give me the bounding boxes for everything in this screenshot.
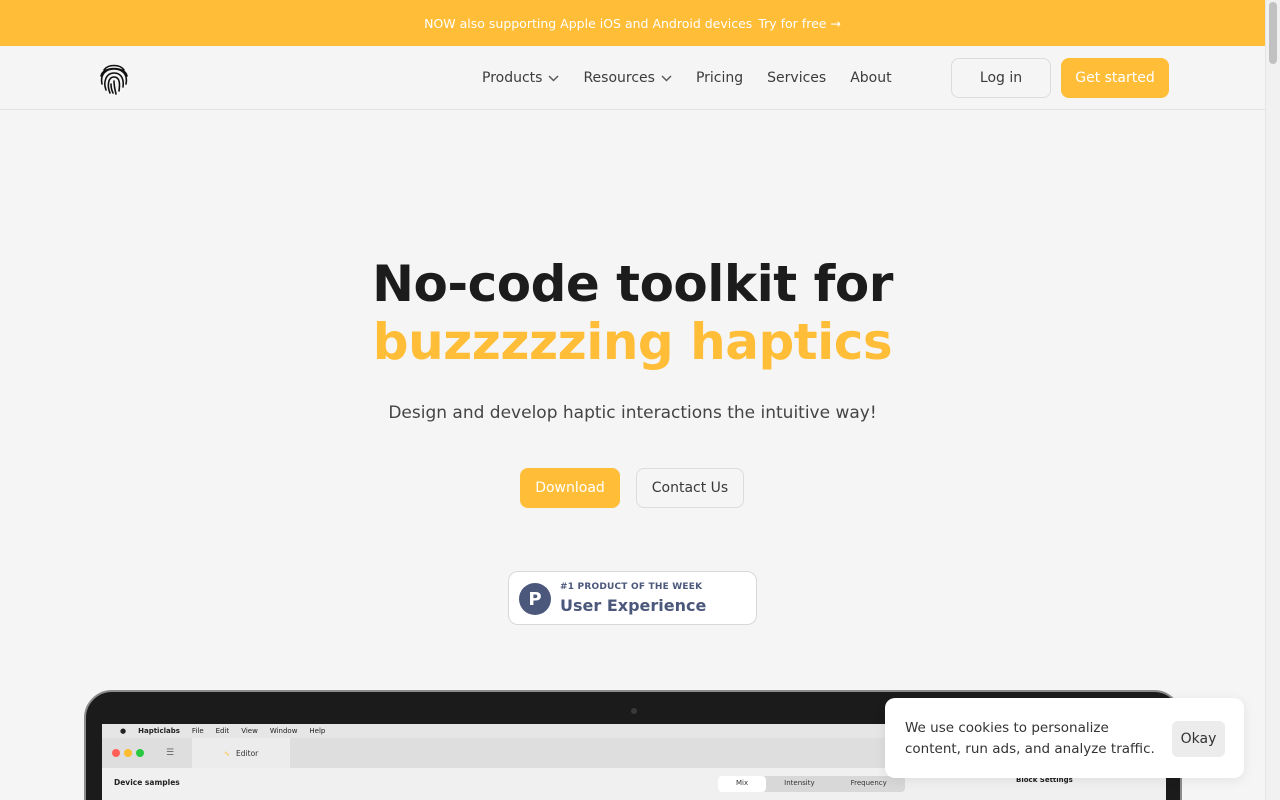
hero-subtitle: Design and develop haptic interactions t… xyxy=(388,403,877,423)
close-dot xyxy=(112,749,120,757)
menu-help: Help xyxy=(309,727,326,735)
cookie-okay-button[interactable]: Okay xyxy=(1172,721,1225,757)
wave-icon: ∿ xyxy=(223,748,231,758)
nav-products-label: Products xyxy=(482,70,543,86)
nav-resources[interactable]: Resources xyxy=(583,70,672,86)
scroll-thumb[interactable] xyxy=(1269,2,1277,64)
try-free-link[interactable]: Try for free → xyxy=(758,16,841,31)
scrollbar[interactable] xyxy=(1265,0,1280,800)
menu-edit: Edit xyxy=(215,727,230,735)
menu-window: Window xyxy=(269,727,298,735)
seg-mix: Mix xyxy=(718,776,767,792)
editor-tab-label: Editor xyxy=(236,748,259,758)
menu-view: View xyxy=(241,727,258,735)
editor-tab: ∿ Editor xyxy=(192,738,290,768)
nav-services[interactable]: Services xyxy=(767,70,826,86)
hero: No-code toolkit for buzzzzzing haptics xyxy=(0,255,1265,371)
top-nav: Products Resources Pricing Services Abou… xyxy=(0,46,1265,110)
hero-title-accent: buzzzzzing haptics xyxy=(372,313,893,371)
chevron-down-icon xyxy=(548,75,559,81)
nav-pricing[interactable]: Pricing xyxy=(696,70,743,86)
product-hunt-icon: P xyxy=(519,583,551,615)
download-button[interactable]: Download xyxy=(520,468,620,508)
nav-resources-label: Resources xyxy=(583,70,655,86)
get-started-button[interactable]: Get started xyxy=(1061,58,1169,98)
maximize-dot xyxy=(136,749,144,757)
product-hunt-badge[interactable]: P #1 PRODUCT OF THE WEEK User Experience xyxy=(508,571,757,625)
cookie-text: We use cookies to personalize content, r… xyxy=(905,720,1155,757)
seg-frequency: Frequency xyxy=(850,779,887,787)
minimize-dot xyxy=(124,749,132,757)
menu-app: Hapticlabs xyxy=(138,727,180,735)
camera-dot xyxy=(631,708,637,714)
hero-title: No-code toolkit for xyxy=(372,255,893,313)
mode-segments: Mix Intensity Frequency xyxy=(718,776,905,792)
nav-products[interactable]: Products xyxy=(482,70,559,86)
cookie-banner: We use cookies to personalize content, r… xyxy=(885,698,1244,778)
nav-links: Products Resources Pricing Services Abou… xyxy=(482,46,892,110)
contact-button[interactable]: Contact Us xyxy=(636,468,744,508)
chevron-down-icon xyxy=(661,75,672,81)
announcement-banner: NOW also supporting Apple iOS and Androi… xyxy=(0,0,1265,46)
sidebar-icon: ☰ xyxy=(166,748,175,758)
banner-text: NOW also supporting Apple iOS and Androi… xyxy=(424,15,753,31)
menu-file: File xyxy=(191,727,204,735)
login-button[interactable]: Log in xyxy=(951,58,1051,98)
device-samples-title: Device samples xyxy=(114,778,180,787)
seg-intensity: Intensity xyxy=(784,779,815,787)
fingerprint-icon[interactable] xyxy=(96,60,132,96)
badge-top-text: #1 PRODUCT OF THE WEEK xyxy=(560,582,703,592)
badge-main-text: User Experience xyxy=(560,596,707,615)
nav-about[interactable]: About xyxy=(850,70,891,86)
apple-icon: ● xyxy=(120,727,127,735)
